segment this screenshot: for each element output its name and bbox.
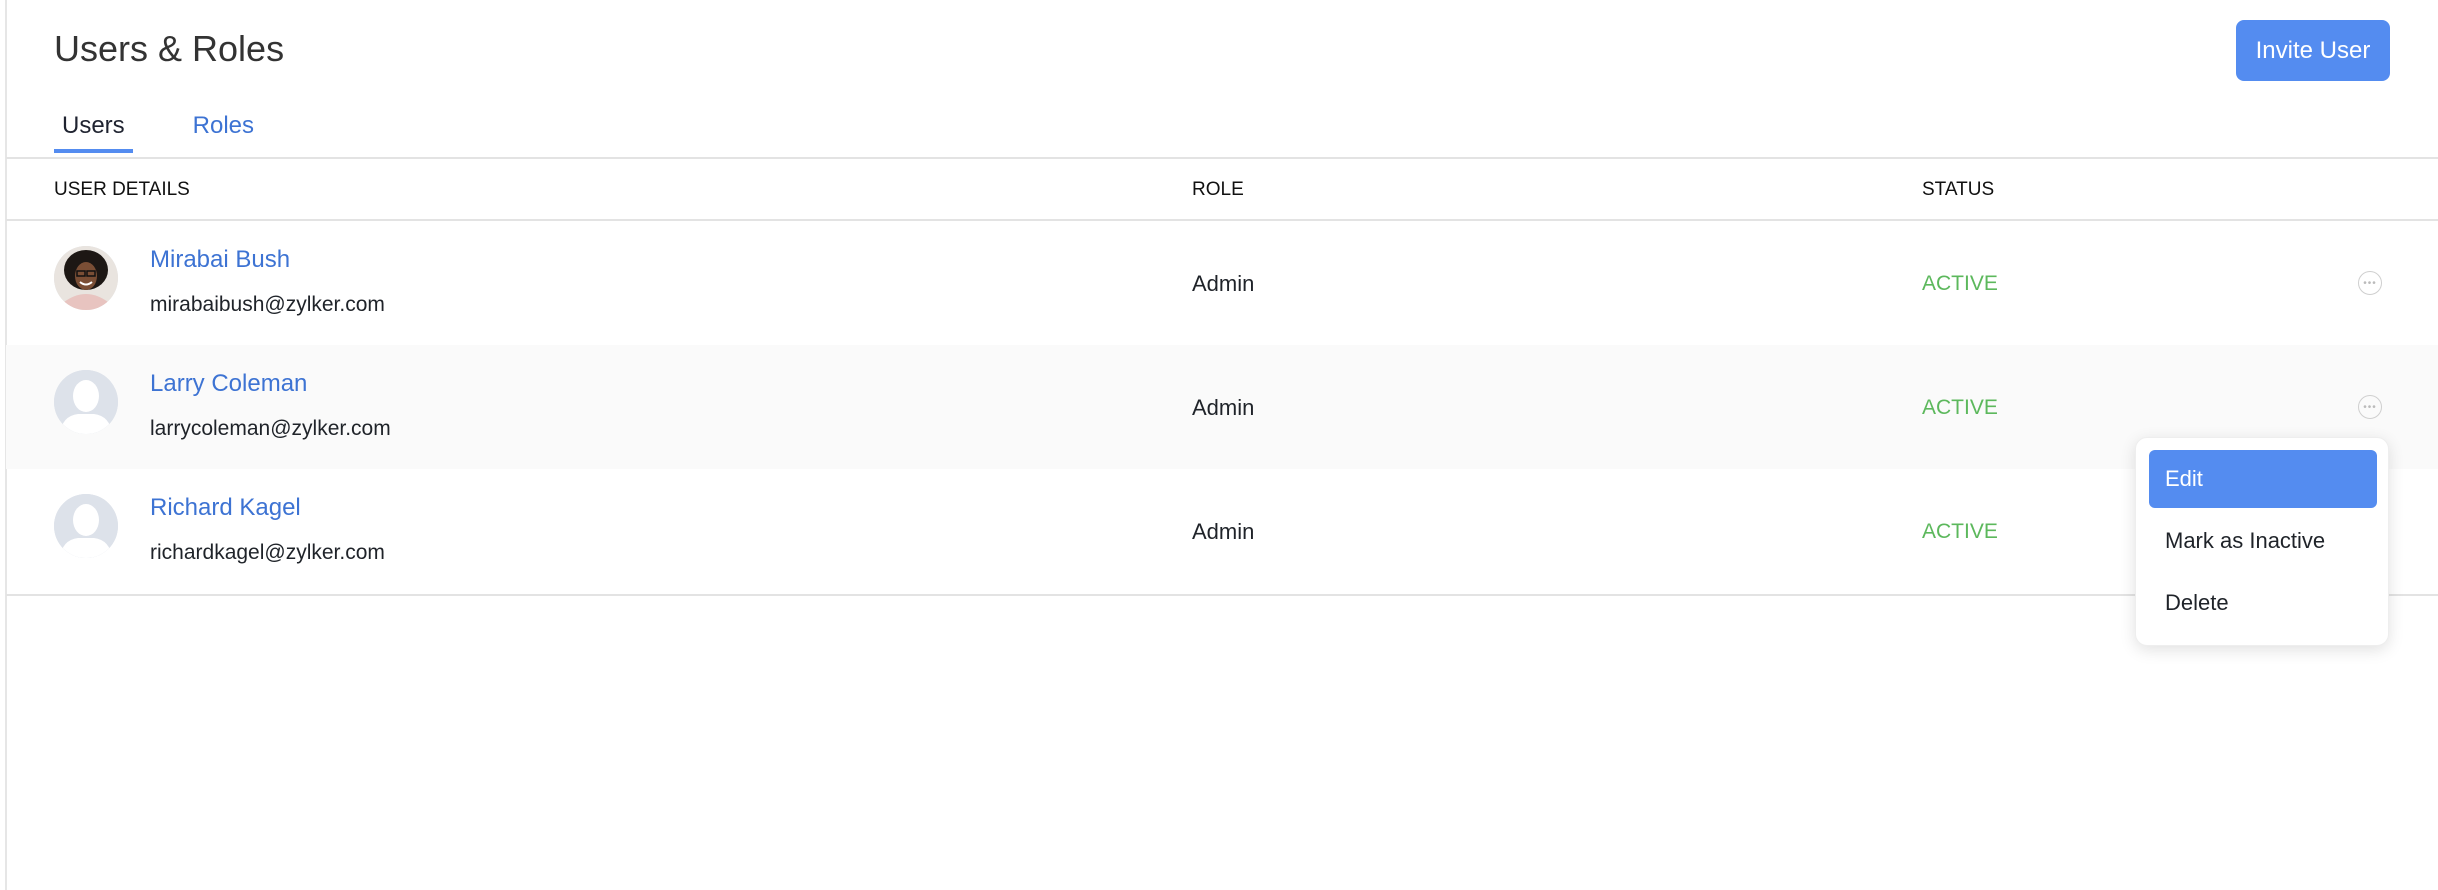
column-header-status: STATUS [1922,179,1995,200]
avatar-placeholder [54,370,118,434]
tab-roles[interactable]: Roles [185,108,262,153]
table-bottom-divider [6,594,2438,596]
user-email: richardkagel@zylker.com [150,541,385,564]
user-email: mirabaibush@zylker.com [150,293,385,316]
user-name-link[interactable]: Richard Kagel [150,494,301,522]
table-row[interactable]: Richard Kagel richardkagel@zylker.com Ad… [6,469,2438,593]
menu-item-mark-inactive[interactable]: Mark as Inactive [2149,512,2377,570]
status-badge: ACTIVE [1922,396,1998,419]
user-name-link[interactable]: Larry Coleman [150,370,307,398]
avatar [54,246,118,310]
user-name-link[interactable]: Mirabai Bush [150,246,290,274]
status-badge: ACTIVE [1922,520,1998,543]
more-options-icon[interactable]: ••• [2358,395,2382,419]
more-options-icon[interactable]: ••• [2358,271,2382,295]
column-header-user-details: USER DETAILS [54,179,190,200]
tab-bar: Users Roles [54,108,262,153]
user-role: Admin [1192,271,1255,296]
status-badge: ACTIVE [1922,272,1998,295]
row-actions-menu: Edit Mark as Inactive Delete [2135,437,2389,646]
invite-user-button[interactable]: Invite User [2236,20,2390,81]
menu-item-delete[interactable]: Delete [2149,574,2377,632]
table-row[interactable]: Mirabai Bush mirabaibush@zylker.com Admi… [6,221,2438,345]
avatar-placeholder [54,494,118,558]
tab-users[interactable]: Users [54,108,133,153]
menu-item-edit[interactable]: Edit [2149,450,2377,508]
user-role: Admin [1192,519,1255,544]
user-email: larrycoleman@zylker.com [150,417,391,440]
table-row[interactable]: Larry Coleman larrycoleman@zylker.com Ad… [6,345,2438,469]
page-title: Users & Roles [54,28,285,69]
column-header-role: ROLE [1192,179,1244,200]
table-header: USER DETAILS ROLE STATUS [6,159,2438,219]
user-role: Admin [1192,395,1255,420]
